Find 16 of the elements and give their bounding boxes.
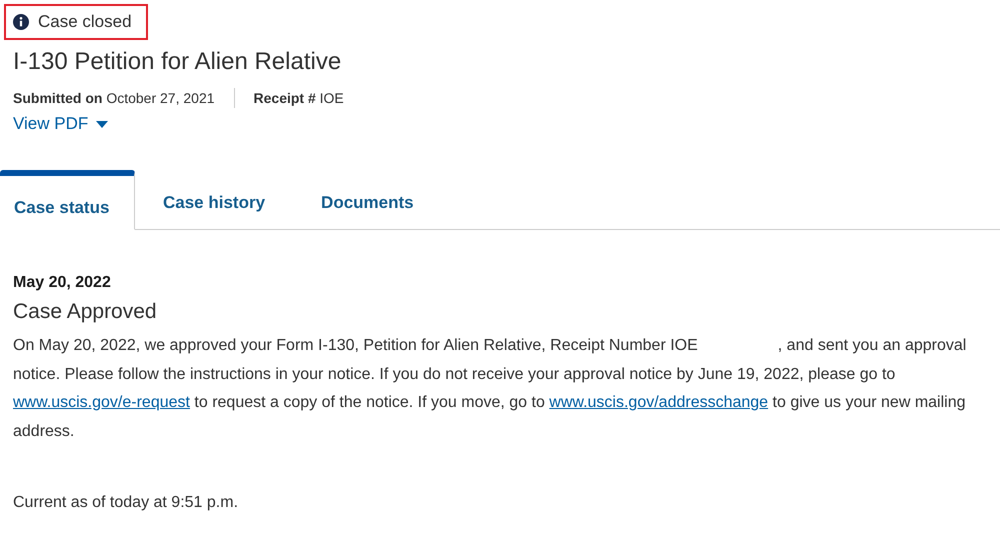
submitted-date: Submitted on October 27, 2021 xyxy=(13,90,215,106)
current-as-of: Current as of today at 9:51 p.m. xyxy=(13,494,240,512)
tab[interactable]: Case status xyxy=(0,170,135,230)
link[interactable]: www.uscis.gov/addresschange xyxy=(549,394,768,411)
receipt-number: Receipt # IOE xyxy=(254,90,344,106)
update-paragraph: On May 20, 2022, we approved your Form I-130, Petition for Alien Relative, Receipt Number IOE , and sent you an approval notice. Please follow the instructions in your notice. If you do not receive your approval notice by June 19, 2022, please go to www.uscis.gov/e-request to request a copy of the notice. If you move, go to www.uscis.gov/addresschange to give us your new mailing address. xyxy=(13,336,968,442)
update-date: May 20, 2022 xyxy=(13,274,112,292)
info-icon xyxy=(13,14,29,30)
tab[interactable]: Case history xyxy=(135,170,294,230)
update-heading: Case Approved xyxy=(13,300,158,324)
link[interactable]: www.uscis.gov/e-request xyxy=(13,394,190,411)
status-label: Case closed xyxy=(38,12,132,32)
view-pdf-link[interactable]: View PDF xyxy=(13,114,108,134)
tab[interactable]: Documents xyxy=(293,170,442,230)
caret-icon xyxy=(96,120,108,128)
page-title: I-130 Petition for Alien Relative xyxy=(13,48,342,76)
